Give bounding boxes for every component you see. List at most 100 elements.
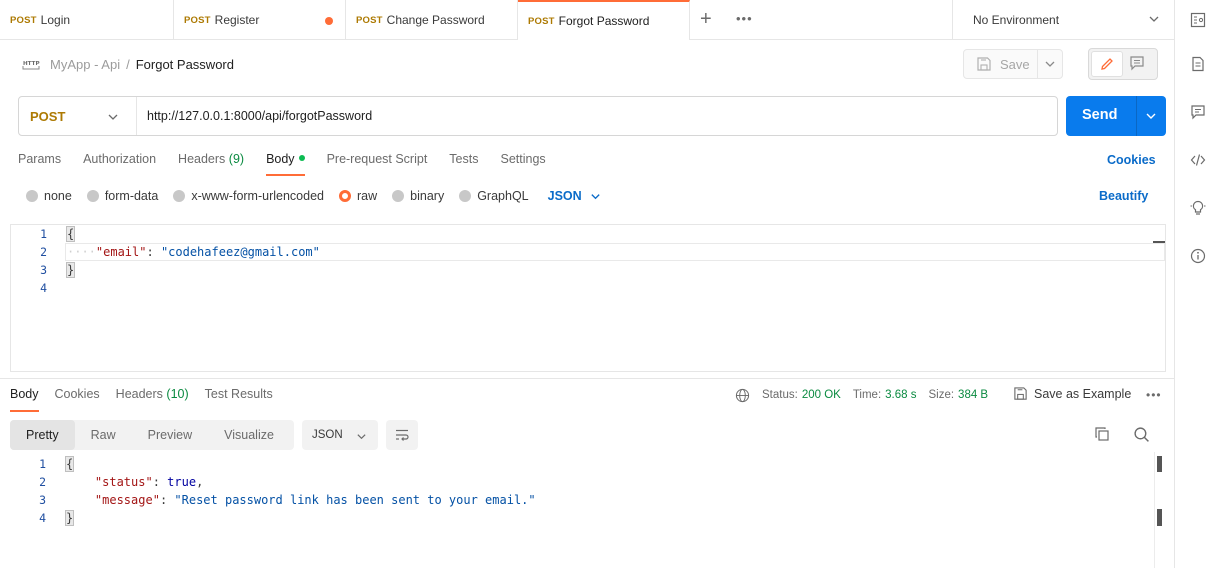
copy-icon[interactable] — [1094, 426, 1110, 442]
format-visualize[interactable]: Visualize — [208, 420, 290, 450]
chevron-down-icon — [591, 193, 600, 199]
response-tab-headers[interactable]: Headers (10) — [116, 386, 189, 412]
body-indicator-dot-icon — [298, 155, 305, 161]
radio-label: raw — [357, 189, 378, 203]
right-sidebar — [1174, 0, 1220, 568]
tab-pre-request-script[interactable]: Pre-request Script — [327, 150, 428, 176]
cookies-link[interactable]: Cookies — [1107, 153, 1156, 167]
tab-authorization[interactable]: Authorization — [83, 150, 156, 176]
json-value: true — [167, 475, 197, 489]
code-snippet-icon[interactable] — [1190, 152, 1206, 168]
tab-label: Login — [40, 13, 71, 27]
save-as-example-button[interactable]: Save as Example — [1013, 386, 1131, 401]
line-number: 1 — [40, 227, 47, 241]
lightbulb-icon[interactable] — [1190, 200, 1206, 216]
url-input[interactable]: http://127.0.0.1:8000/api/forgotPassword — [147, 97, 372, 135]
response-divider[interactable] — [0, 378, 1174, 379]
tab-label: Register — [214, 13, 260, 27]
response-tab-cookies[interactable]: Cookies — [55, 386, 100, 412]
chevron-down-icon — [1149, 16, 1159, 22]
beautify-link[interactable]: Beautify — [1099, 189, 1148, 203]
radio-x-www-form-urlencoded[interactable]: x-www-form-urlencoded — [173, 189, 324, 203]
radio-raw[interactable]: raw — [339, 189, 377, 203]
indent-guide: ···· — [67, 245, 96, 259]
tab-label: Body — [266, 152, 295, 166]
svg-text:HTTP: HTTP — [23, 61, 40, 67]
send-divider — [1136, 96, 1137, 136]
tab-params[interactable]: Params — [18, 150, 61, 176]
comment-mode-icon[interactable] — [1129, 55, 1145, 71]
time-value[interactable]: 3.68 s — [885, 389, 916, 401]
format-pretty[interactable]: Pretty — [10, 420, 75, 450]
globe-icon[interactable] — [735, 388, 750, 403]
tab-label: Settings — [500, 152, 546, 166]
environment-quick-look-icon[interactable] — [1190, 12, 1206, 28]
tab-method: POST — [528, 15, 555, 27]
response-language-selector[interactable]: JSON — [302, 420, 378, 450]
radio-label: form-data — [104, 189, 159, 203]
radio-circle-icon — [86, 190, 99, 202]
tab-login[interactable]: POST Login — [0, 0, 174, 40]
send-label: Send — [1082, 107, 1118, 123]
radio-circle-icon — [26, 190, 38, 202]
response-tab-test-results[interactable]: Test Results — [205, 386, 273, 412]
radio-graphql[interactable]: GraphQL — [459, 189, 529, 203]
format-raw[interactable]: Raw — [75, 420, 132, 450]
tab-body[interactable]: Body — [266, 150, 305, 176]
open-brace: { — [64, 456, 75, 472]
wrap-lines-button[interactable] — [386, 420, 418, 450]
headers-count: (9) — [228, 152, 245, 166]
body-mode-selector: none form-data x-www-form-urlencoded raw… — [26, 188, 601, 204]
status-label: Status: — [762, 389, 798, 401]
radio-label: binary — [410, 189, 445, 203]
time-label: Time: — [852, 389, 882, 401]
radio-form-data[interactable]: form-data — [86, 189, 159, 203]
edit-mode-button[interactable] — [1091, 51, 1123, 77]
tab-register[interactable]: POST Register — [174, 0, 346, 40]
method-selector[interactable]: POST — [19, 97, 137, 135]
tab-label: Pre-request Script — [326, 152, 428, 166]
tab-more-icon[interactable]: ••• — [736, 11, 753, 26]
breadcrumb-request-name[interactable]: Forgot Password — [136, 57, 234, 72]
response-format-tabs: Pretty Raw Preview Visualize — [10, 420, 294, 450]
documentation-icon[interactable] — [1190, 56, 1206, 72]
status-value[interactable]: 200 OK — [802, 389, 841, 401]
request-body-editor[interactable]: 1 2 3 4 { ····"email": "codehafeez@gmail… — [10, 224, 1166, 372]
body-language-selector[interactable]: JSON — [548, 189, 601, 203]
new-tab-plus-icon[interactable]: + — [700, 8, 712, 30]
send-options-chevron-icon[interactable] — [1145, 110, 1157, 122]
tab-forgot-password[interactable]: POST Forgot Password — [518, 0, 690, 40]
save-label: Save — [1000, 56, 1030, 72]
size-value[interactable]: 384 B — [958, 389, 988, 401]
tab-change-password[interactable]: POST Change Password — [346, 0, 518, 40]
line-number: 3 — [39, 493, 46, 507]
save-button[interactable]: Save — [964, 50, 1038, 78]
format-label: Raw — [90, 428, 116, 442]
radio-circle-icon — [173, 190, 186, 202]
tab-label: Headers — [178, 152, 226, 166]
method-label: POST — [30, 108, 66, 124]
line-number: 4 — [39, 511, 46, 525]
response-scroll-marker — [1157, 456, 1162, 472]
breadcrumb-separator: / — [126, 56, 130, 72]
send-button[interactable]: Send — [1066, 96, 1166, 136]
tab-settings[interactable]: Settings — [500, 150, 545, 176]
response-meta: Status: 200 OK Time: 3.68 s Size: 384 B — [735, 386, 1000, 404]
radio-none[interactable]: none — [26, 189, 72, 203]
response-more-icon[interactable]: ••• — [1146, 388, 1162, 402]
info-icon[interactable] — [1190, 248, 1206, 264]
radio-binary[interactable]: binary — [392, 189, 444, 203]
tab-headers[interactable]: Headers (9) — [178, 150, 244, 176]
search-icon[interactable] — [1133, 426, 1150, 443]
response-tab-body[interactable]: Body — [10, 386, 39, 412]
url-bar: POST http://127.0.0.1:8000/api/forgotPas… — [18, 96, 1058, 136]
tab-tests[interactable]: Tests — [449, 150, 478, 176]
format-preview[interactable]: Preview — [132, 420, 208, 450]
line-number: 1 — [39, 457, 46, 471]
environment-selector[interactable]: No Environment — [952, 0, 1174, 40]
breadcrumb-collection[interactable]: MyApp - Api — [50, 57, 120, 72]
json-colon: : — [146, 245, 161, 259]
save-options-chevron-icon[interactable] — [1044, 58, 1056, 70]
close-brace: } — [65, 262, 76, 278]
comments-icon[interactable] — [1190, 104, 1206, 120]
